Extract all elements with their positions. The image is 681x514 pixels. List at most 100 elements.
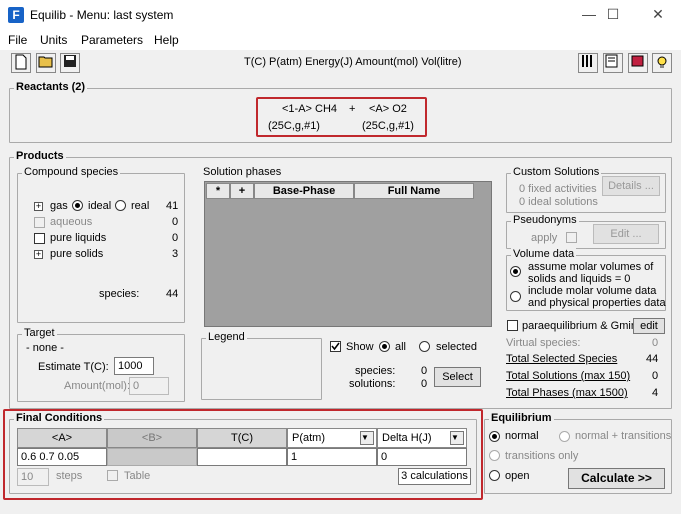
app-icon: F — [8, 7, 24, 23]
calculate-button[interactable]: Calculate >> — [568, 468, 665, 489]
col-b-header[interactable]: <B> — [107, 428, 197, 448]
volume-include-line2: and physical properties data — [528, 297, 666, 309]
transitions-only-radio[interactable] — [489, 450, 500, 461]
grid-col-plus[interactable]: + — [230, 183, 254, 199]
open-radio[interactable] — [489, 470, 500, 481]
close-button[interactable]: ✕ — [635, 4, 681, 26]
solution-phases-grid[interactable] — [204, 181, 492, 327]
normal-transitions-radio[interactable] — [559, 431, 570, 442]
reactant-2-state: (25C,g,#1) — [362, 120, 414, 132]
solution-phases-title: Solution phases — [201, 166, 284, 178]
reactant-plus: + — [349, 103, 356, 115]
volume-include-line1: include molar volume data — [528, 285, 657, 297]
solutions-count: 0 — [421, 378, 428, 390]
t-value-input[interactable] — [197, 448, 287, 466]
select-button[interactable]: Select — [434, 367, 481, 387]
species-count: 44 — [166, 288, 179, 300]
col-dh-label: Delta H(J) — [382, 432, 432, 444]
total-selected-label[interactable]: Total Selected Species — [506, 353, 617, 365]
col-dh-select[interactable]: Delta H(J) ▼ — [377, 428, 467, 448]
show-label: Show — [346, 341, 374, 353]
open-folder-icon[interactable] — [36, 53, 56, 73]
para-edit-button[interactable]: edit — [633, 318, 665, 334]
volume-assume-radio[interactable] — [510, 266, 521, 277]
results-window-icon[interactable] — [628, 53, 648, 73]
estimate-input[interactable]: 1000 — [114, 357, 154, 375]
volume-data-title: Volume data — [511, 248, 577, 260]
calculations-count[interactable]: 3 calculations — [398, 468, 471, 485]
total-solutions-label[interactable]: Total Solutions (max 150) — [506, 370, 630, 382]
new-file-icon[interactable] — [11, 53, 31, 73]
col-dh-dropdown-icon[interactable]: ▼ — [450, 431, 464, 445]
col-t-header[interactable]: T(C) — [197, 428, 287, 448]
aqueous-label: aqueous — [50, 216, 93, 228]
real-radio[interactable] — [115, 200, 126, 211]
total-phases-count: 4 — [652, 387, 659, 399]
aqueous-checkbox[interactable] — [34, 217, 45, 228]
b-value-input[interactable] — [107, 448, 197, 466]
menu-bar: File Units Parameters Help — [0, 30, 681, 50]
grid-col-star[interactable]: * — [206, 183, 230, 199]
equilibrium-title: Equilibrium — [489, 412, 554, 424]
menu-file[interactable]: File — [8, 33, 27, 47]
p-value-input[interactable]: 1 — [287, 448, 377, 466]
dh-value-input[interactable]: 0 — [377, 448, 467, 466]
save-icon[interactable] — [60, 53, 80, 73]
show-all-label: all — [395, 341, 407, 353]
real-label: real — [131, 200, 150, 212]
units-display: T(C) P(atm) Energy(J) Amount(mol) Vol(li… — [244, 56, 462, 68]
show-checkbox[interactable] — [330, 341, 341, 352]
menu-help[interactable]: Help — [154, 33, 179, 47]
grid-col-base-phase[interactable]: Base-Phase — [254, 183, 354, 199]
fixed-activities: 0 fixed activities — [519, 183, 597, 195]
toolbar: T(C) P(atm) Energy(J) Amount(mol) Vol(li… — [0, 50, 681, 78]
total-solutions-count: 0 — [652, 370, 659, 382]
pure-solids-count: 3 — [172, 248, 179, 260]
list-window-icon[interactable] — [603, 53, 623, 73]
normal-radio[interactable] — [489, 431, 500, 442]
total-phases-label[interactable]: Total Phases (max 1500) — [506, 387, 628, 399]
legend-group: Legend — [201, 331, 322, 400]
gas-count: 41 — [166, 200, 179, 212]
total-selected-count: 44 — [646, 353, 659, 365]
steps-input[interactable]: 10 — [17, 468, 49, 486]
menu-parameters[interactable]: Parameters — [81, 33, 143, 47]
details-button[interactable]: Details ... — [602, 176, 660, 196]
pure-liquids-checkbox[interactable] — [34, 233, 45, 244]
col-p-select[interactable]: P(atm) ▼ — [287, 428, 377, 448]
table-checkbox[interactable] — [107, 470, 118, 481]
paraequilibrium-label: paraequilibrium & Gmin — [522, 320, 637, 332]
ideal-radio[interactable] — [72, 200, 83, 211]
pure-liquids-label: pure liquids — [50, 232, 107, 244]
paraequilibrium-checkbox[interactable] — [507, 320, 518, 331]
volume-include-radio[interactable] — [510, 291, 521, 302]
aqueous-count: 0 — [172, 216, 179, 228]
steps-label: steps — [56, 470, 83, 482]
col-p-dropdown-icon[interactable]: ▼ — [360, 431, 374, 445]
amount-input[interactable]: 0 — [129, 377, 169, 395]
menu-units[interactable]: Units — [40, 33, 67, 47]
show-selected-radio[interactable] — [419, 341, 430, 352]
grid-col-full-name[interactable]: Full Name — [354, 183, 474, 199]
a-value-input[interactable]: 0.6 0.7 0.05 — [17, 448, 107, 466]
gas-expand-icon[interactable]: + — [34, 202, 43, 211]
col-a-header[interactable]: <A> — [17, 428, 107, 448]
pseudonyms-apply-checkbox[interactable] — [566, 232, 577, 243]
menu-window-icon[interactable] — [578, 53, 598, 73]
maximize-button[interactable]: ☐ — [590, 4, 636, 26]
pseudonyms-edit-button[interactable]: Edit ... — [593, 224, 659, 244]
solutions-label: solutions: — [349, 378, 396, 390]
reactant-1-name[interactable]: <1-A> CH4 — [282, 103, 337, 115]
pure-solids-expand-icon[interactable]: + — [34, 250, 43, 259]
solution-species-label: species: — [355, 365, 396, 377]
target-value: - none - — [26, 342, 64, 354]
transitions-only-label: transitions only — [505, 450, 579, 462]
custom-solutions-title: Custom Solutions — [511, 166, 602, 178]
show-all-radio[interactable] — [379, 341, 390, 352]
reactant-1-state: (25C,g,#1) — [268, 120, 320, 132]
reactant-2-name[interactable]: <A> O2 — [369, 103, 407, 115]
volume-assume-line1: assume molar volumes of — [528, 261, 654, 273]
title-bar: F Equilib - Menu: last system — ☐ ✕ — [0, 0, 681, 30]
show-selected-label: selected — [436, 341, 477, 353]
tips-icon[interactable] — [652, 53, 672, 73]
